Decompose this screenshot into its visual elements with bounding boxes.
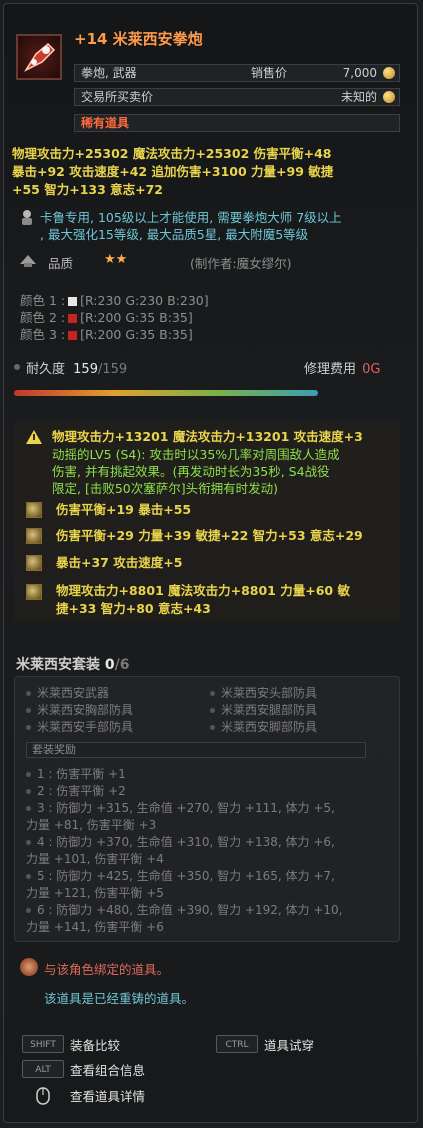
set-bonus-line: 2 : 伤害平衡 +2: [37, 784, 126, 798]
enchant-stat-line: 捷+33 智力+80 意志+43: [56, 601, 211, 616]
color-value: [R:200 G:35 B:35]: [80, 310, 193, 325]
bullet-icon: [14, 364, 20, 370]
enchant-effect-line: 动摇的LV5 (S4): 攻击时以35%几率对周围敌人造成: [52, 447, 340, 462]
set-piece: 米莱西安胸部防具: [26, 701, 133, 718]
set-bonus-line: 3 : 防御力 +315, 生命值 +270, 智力 +111, 体力 +5,: [37, 801, 335, 815]
awakening-icon: [24, 428, 44, 446]
repair-value: 0G: [362, 362, 381, 377]
enchant-gem-icon: [26, 528, 42, 544]
sell-price-value: 7,000: [342, 66, 377, 80]
rarity-row: 稀有道具: [74, 114, 400, 132]
enchant-gem-icon: [26, 555, 42, 571]
enchant-effect-line: 限定, [击败50次塞萨尔]头衔拥有时发动): [52, 481, 278, 496]
trade-price-value: 未知的: [340, 90, 377, 104]
color-label: 颜色 3 :: [20, 327, 66, 342]
item-type: 拳炮, 武器: [81, 66, 137, 80]
enchant-gem-icon: [26, 502, 42, 518]
set-piece: 米莱西安武器: [26, 684, 109, 701]
set-piece: 米莱西安脚部防具: [210, 718, 317, 735]
trade-price-row: 交易所买卖价 未知的: [74, 88, 400, 106]
base-stat-line: 物理攻击力+25302 魔法攻击力+25302 伤害平衡+48: [12, 146, 332, 161]
weapon-icon: [16, 34, 62, 80]
bound-icon: [20, 958, 38, 976]
enchant-stat-line: 物理攻击力+13201 魔法攻击力+13201 攻击速度+3: [52, 429, 363, 444]
quality-icon: [18, 252, 38, 268]
ctrl-key: CTRL: [216, 1035, 258, 1053]
set-title-row: 米莱西安套装 0/6: [16, 654, 129, 674]
set-bonus-line: 力量 +141, 伤害平衡 +6: [26, 920, 164, 934]
color-row: 颜色 2 : [R:200 G:35 B:35]: [20, 309, 209, 326]
durability-max: /159: [97, 362, 128, 377]
quality-label: 品质: [48, 256, 74, 271]
set-bonus-line: 6 : 防御力 +480, 生命值 +390, 智力 +192, 体力 +10,: [37, 903, 343, 917]
durability-label: 耐久度: [26, 362, 66, 377]
gold-coin-icon: [383, 67, 395, 79]
trade-price-label: 交易所买卖价: [81, 90, 154, 104]
combo-info-hint: 查看组合信息: [70, 1063, 146, 1078]
gold-coin-icon: [383, 91, 395, 103]
alt-key: ALT: [22, 1060, 64, 1078]
base-stat-line: 暴击+92 攻击速度+42 追加伤害+3100 力量+99 敏捷: [12, 164, 334, 179]
color-swatch: [68, 297, 78, 306]
set-title: 米莱西安套装: [16, 657, 100, 673]
repair-label: 修理费用: [304, 362, 357, 377]
enchant-5: 物理攻击力+8801 魔法攻击力+8801 力量+60 敏 捷+33 智力+80…: [56, 582, 350, 618]
enchant-2: 伤害平衡+19 暴击+55: [56, 502, 192, 517]
enchant-stat-line: 物理攻击力+8801 魔法攻击力+8801 力量+60 敏: [56, 583, 350, 598]
enchant-gem-icon: [26, 584, 42, 600]
durability-current: 159: [73, 362, 98, 377]
set-bonus-header: 套装奖励: [26, 742, 366, 758]
set-bonus-line: 4 : 防御力 +370, 生命值 +310, 智力 +138, 体力 +6,: [37, 835, 335, 849]
set-piece: 米莱西安头部防具: [210, 684, 317, 701]
shift-key: SHIFT: [22, 1035, 64, 1053]
repair-row: 修理费用 0G: [304, 358, 381, 377]
requirement-line: 卡鲁专用, 105级以上才能使用, 需要拳炮大师 7级以上: [40, 210, 342, 225]
set-bonus-list: 1 : 伤害平衡 +1 2 : 伤害平衡 +2 3 : 防御力 +315, 生命…: [26, 766, 342, 936]
color-label: 颜色 1 :: [20, 293, 66, 308]
set-count: 0: [104, 657, 115, 673]
color-row: 颜色 3 : [R:200 G:35 B:35]: [20, 326, 209, 343]
durability-bar: [14, 390, 318, 396]
item-type-row: 拳炮, 武器 销售价 7,000: [74, 64, 400, 82]
set-bonus-line: 1 : 伤害平衡 +1: [37, 767, 126, 781]
color-label: 颜色 2 :: [20, 310, 66, 325]
color-value: [R:230 G:230 B:230]: [80, 293, 209, 308]
color-swatch: [68, 331, 78, 340]
maker-text: (制作者:魔女缪尔): [190, 256, 292, 271]
quality-stars: ★★: [104, 252, 128, 267]
color-row: 颜色 1 : [R:230 G:230 B:230]: [20, 292, 209, 309]
set-bonus-line: 力量 +81, 伤害平衡 +3: [26, 818, 157, 832]
set-piece: 米莱西安手部防具: [26, 718, 133, 735]
compare-hint: 装备比较: [70, 1038, 121, 1053]
durability-bar-fill: [14, 390, 318, 396]
requirement-line: , 最大强化15等级, 最大品质5星, 最大附魔5等级: [40, 227, 309, 242]
set-piece: 米莱西安腿部防具: [210, 701, 317, 718]
try-on-hint: 道具试穿: [264, 1038, 315, 1053]
class-restriction-icon: [18, 208, 36, 226]
reforged-text: 该道具是已经重铸的道具。: [44, 991, 195, 1006]
requirement-text: 卡鲁专用, 105级以上才能使用, 需要拳炮大师 7级以上 , 最大强化15等级…: [40, 209, 342, 243]
set-bonus-line: 力量 +121, 伤害平衡 +5: [26, 886, 164, 900]
durability-row: 耐久度 159/159: [26, 358, 127, 377]
mouse-icon: [36, 1087, 50, 1105]
color-list: 颜色 1 : [R:230 G:230 B:230] 颜色 2 : [R:200 G…: [20, 292, 209, 343]
set-bonus-line: 5 : 防御力 +425, 生命值 +350, 智力 +165, 体力 +7,: [37, 869, 335, 883]
enchant-effect-line: 伤害, 并有挑起效果。(再发动时长为35秒, S4战役: [52, 464, 330, 479]
set-bonus-line: 力量 +101, 伤害平衡 +4: [26, 852, 164, 866]
details-hint: 查看道具详情: [70, 1089, 146, 1104]
enchant-1: 物理攻击力+13201 魔法攻击力+13201 攻击速度+3 动摇的LV5 (S…: [52, 428, 363, 497]
enchant-4: 暴击+37 攻击速度+5: [56, 555, 183, 570]
color-value: [R:200 G:35 B:35]: [80, 327, 193, 342]
base-stat-line: +55 智力+133 意志+72: [12, 182, 164, 197]
base-stats: 物理攻击力+25302 魔法攻击力+25302 伤害平衡+48 暴击+92 攻击…: [12, 145, 333, 199]
item-title: +14 米莱西安拳炮: [74, 30, 203, 48]
enchant-3: 伤害平衡+29 力量+39 敏捷+22 智力+53 意志+29: [56, 528, 363, 543]
bound-text: 与该角色绑定的道具。: [44, 962, 170, 977]
set-total: /6: [114, 657, 130, 673]
sell-price-label: 销售价: [251, 66, 288, 80]
color-swatch: [68, 314, 78, 323]
rarity-label: 稀有道具: [81, 116, 130, 130]
